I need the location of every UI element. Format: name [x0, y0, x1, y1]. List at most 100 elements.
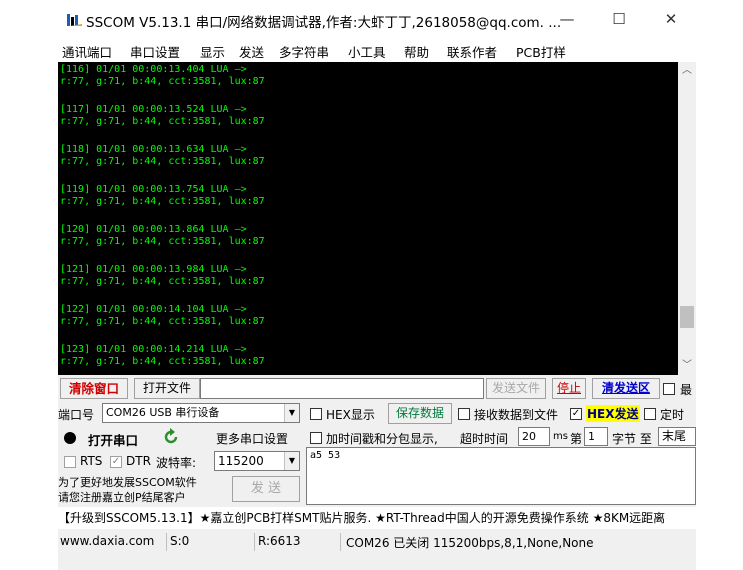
terminal-entry-data: r:77, g:71, b:44, cct:3581, lux:87: [60, 76, 265, 87]
receive-terminal[interactable]: [116] 01/01 00:00:13.404 LUA —> r:77, g:…: [58, 62, 678, 375]
maximize-button[interactable]: ☐: [604, 8, 634, 30]
stop-button[interactable]: 停止: [552, 378, 586, 399]
dtr-label: DTR: [126, 454, 151, 468]
timeout-input[interactable]: 20: [518, 427, 550, 446]
open-file-button[interactable]: 打开文件: [134, 378, 200, 399]
last-checkbox[interactable]: [663, 383, 675, 395]
menu-serial-settings[interactable]: 串口设置: [130, 42, 180, 61]
rts-checkbox[interactable]: [64, 456, 76, 468]
news-ticker[interactable]: 【升级到SSCOM5.13.1】★嘉立创PCB打样SMT贴片服务. ★RT-Th…: [58, 507, 696, 529]
terminal-entry-header: [118] 01/01 00:00:13.634 LUA —>: [60, 144, 247, 155]
chevron-down-icon[interactable]: ▼: [284, 404, 299, 422]
hex-send-checkbox[interactable]: ✓: [570, 408, 582, 420]
port-value: COM26 USB 串行设备: [106, 406, 220, 419]
terminal-scrollbar[interactable]: ︿ ﹀: [678, 62, 696, 375]
more-serial-settings-button[interactable]: 更多串口设置: [216, 430, 288, 447]
send-content: a5 53: [310, 450, 341, 461]
promo-line-1[interactable]: 为了更好地发展SSCOM软件: [58, 474, 197, 490]
baud-value: 115200: [218, 454, 264, 468]
timeout-label: 超时时间: [460, 432, 509, 446]
recv-to-file-label[interactable]: 接收数据到文件: [474, 406, 558, 423]
clear-send-area-button[interactable]: 清发送区: [592, 378, 660, 399]
terminal-entry-data: r:77, g:71, b:44, cct:3581, lux:87: [60, 356, 265, 367]
scroll-down-icon[interactable]: ﹀: [678, 357, 696, 375]
chevron-down-icon[interactable]: ▼: [284, 452, 299, 470]
baud-select[interactable]: 115200 ▼: [214, 451, 300, 471]
hex-send-label: HEX发送: [586, 405, 640, 422]
byte-index-input[interactable]: 1: [584, 427, 608, 446]
port-label: 端口号: [58, 408, 95, 422]
hex-display-label: HEX显示: [326, 408, 375, 422]
file-path-input[interactable]: [200, 378, 484, 399]
recv-to-file-checkbox[interactable]: [458, 408, 470, 420]
byte-prefix: 第: [570, 432, 583, 446]
window-title: SSCOM V5.13.1 串口/网络数据调试器,作者:大虾丁丁,2618058…: [86, 15, 562, 31]
timestamp-label: 加时间戳和分包显示,: [326, 432, 438, 446]
timeout-unit: ms: [553, 431, 568, 442]
menu-display[interactable]: 显示: [200, 42, 225, 61]
send-textbox[interactable]: a5 53: [306, 447, 696, 505]
terminal-entry-header: [123] 01/01 00:00:14.214 LUA —>: [60, 344, 247, 355]
terminal-entry-data: r:77, g:71, b:44, cct:3581, lux:87: [60, 156, 265, 167]
timed-send-checkbox[interactable]: [644, 408, 656, 420]
terminal-entry: [116] 01/01 00:00:13.404 LUA —> r:77, g:…: [58, 64, 678, 88]
terminal-entry: [117] 01/01 00:00:13.524 LUA —> r:77, g:…: [58, 104, 678, 128]
timestamp-checkbox[interactable]: [310, 432, 322, 444]
baud-label: 波特率:: [156, 456, 197, 470]
terminal-entry-data: r:77, g:71, b:44, cct:3581, lux:87: [60, 236, 265, 247]
hex-display-checkbox[interactable]: [310, 408, 322, 420]
status-received-count: R:6613: [258, 534, 301, 548]
clear-window-button[interactable]: 清除窗口: [60, 378, 128, 399]
sscom-logo-icon: [67, 14, 82, 26]
terminal-entry: [123] 01/01 00:00:14.214 LUA —> r:77, g:…: [58, 344, 678, 368]
minimize-button[interactable]: —: [552, 8, 582, 30]
byte-end-select[interactable]: 末尾: [658, 427, 696, 446]
dtr-checkbox[interactable]: ✓: [110, 456, 122, 468]
save-data-button[interactable]: 保存数据: [388, 403, 452, 424]
menu-bar: 通讯端口 串口设置 显示 发送 多字符串 小工具 帮助 联系作者 PCB打样: [58, 38, 696, 62]
status-divider: [166, 533, 167, 551]
port-select[interactable]: COM26 USB 串行设备 ▼: [102, 403, 300, 423]
menu-contact-author[interactable]: 联系作者: [447, 42, 497, 61]
menu-multi-string[interactable]: 多字符串: [279, 42, 329, 61]
rts-label: RTS: [80, 454, 103, 468]
terminal-entry-header: [121] 01/01 00:00:13.984 LUA —>: [60, 264, 247, 275]
last-label: 最: [680, 383, 693, 397]
terminal-entry: [120] 01/01 00:00:13.864 LUA —> r:77, g:…: [58, 224, 678, 248]
promo-line-2[interactable]: 请您注册嘉立创P结尾客户: [58, 489, 186, 505]
scroll-up-icon[interactable]: ︿: [678, 62, 696, 80]
terminal-entry-data: r:77, g:71, b:44, cct:3581, lux:87: [60, 316, 265, 327]
menu-send[interactable]: 发送: [239, 42, 264, 61]
status-divider: [254, 533, 255, 551]
ticker-text: 【升级到SSCOM5.13.1】★嘉立创PCB打样SMT贴片服务. ★RT-Th…: [58, 511, 666, 525]
status-sent-count: S:0: [170, 534, 190, 548]
status-divider: [340, 533, 341, 551]
menu-help[interactable]: 帮助: [404, 42, 429, 61]
status-port-state: COM26 已关闭 115200bps,8,1,None,None: [346, 536, 594, 550]
send-button[interactable]: 发 送: [232, 476, 300, 502]
scroll-thumb[interactable]: [680, 306, 694, 328]
terminal-entry-data: r:77, g:71, b:44, cct:3581, lux:87: [60, 196, 265, 207]
file-toolbar: 清除窗口 打开文件 发送文件 停止 清发送区 最: [58, 378, 696, 400]
terminal-entry: [118] 01/01 00:00:13.634 LUA —> r:77, g:…: [58, 144, 678, 168]
terminal-entry-header: [120] 01/01 00:00:13.864 LUA —>: [60, 224, 247, 235]
byte-to-label: 字节 至: [612, 432, 652, 446]
status-website[interactable]: www.daxia.com: [60, 534, 154, 548]
menu-pcb-proto[interactable]: PCB打样: [516, 42, 566, 61]
title-bar: SSCOM V5.13.1 串口/网络数据调试器,作者:大虾丁丁,2618058…: [58, 0, 696, 38]
terminal-entry: [122] 01/01 00:00:14.104 LUA —> r:77, g:…: [58, 304, 678, 328]
timed-send-label: 定时: [660, 408, 685, 422]
terminal-entry-header: [116] 01/01 00:00:13.404 LUA —>: [60, 64, 247, 75]
status-bar: www.daxia.com S:0 R:6613 COM26 已关闭 11520…: [58, 531, 696, 553]
close-button[interactable]: ✕: [656, 8, 686, 30]
refresh-icon[interactable]: [162, 428, 180, 446]
open-port-button[interactable]: 打开串口: [88, 430, 138, 449]
record-dot-icon: [64, 432, 76, 444]
terminal-entry: [119] 01/01 00:00:13.754 LUA —> r:77, g:…: [58, 184, 678, 208]
send-file-button[interactable]: 发送文件: [486, 378, 546, 399]
menu-tools[interactable]: 小工具: [348, 42, 386, 61]
terminal-entry-data: r:77, g:71, b:44, cct:3581, lux:87: [60, 116, 265, 127]
menu-comm-port[interactable]: 通讯端口: [62, 42, 112, 61]
terminal-entry: [121] 01/01 00:00:13.984 LUA —> r:77, g:…: [58, 264, 678, 288]
sscom-window: SSCOM V5.13.1 串口/网络数据调试器,作者:大虾丁丁,2618058…: [58, 0, 696, 570]
